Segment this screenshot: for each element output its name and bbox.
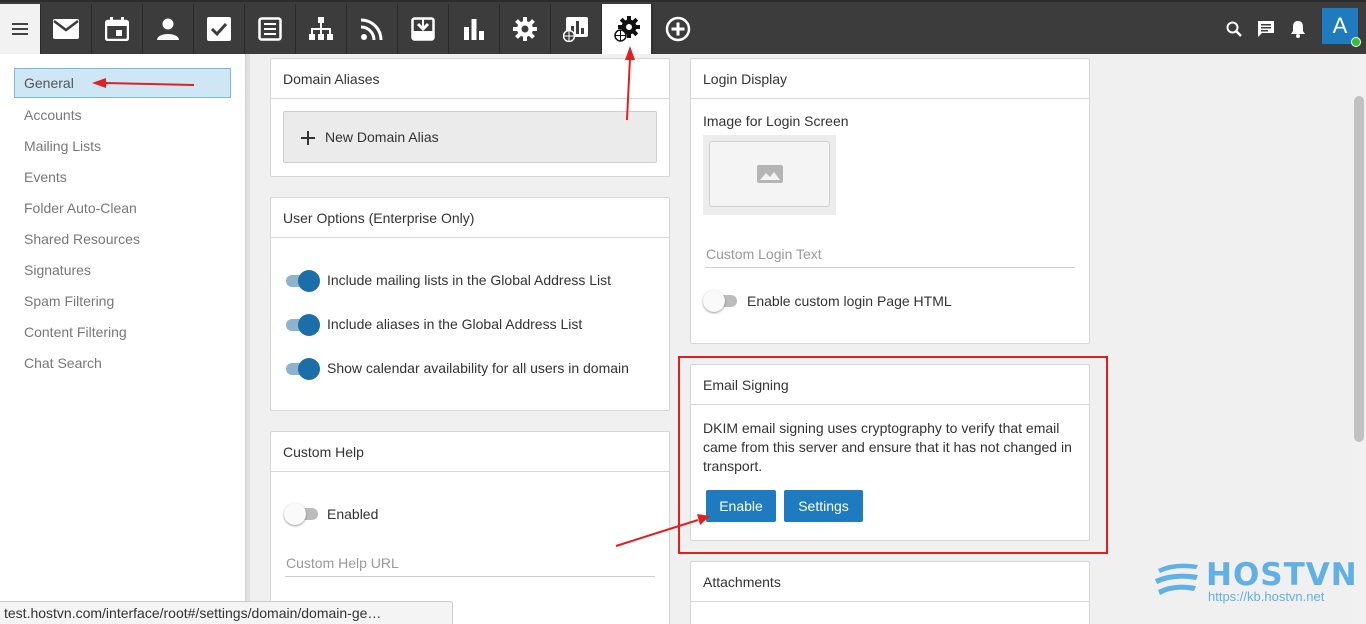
- card-title: Attachments: [691, 562, 1089, 602]
- watermark-url: https://kb.hostvn.net: [1208, 589, 1325, 604]
- card-title: User Options (Enterprise Only): [271, 198, 669, 238]
- login-display-card: Login Display Image for Login Screen Cus…: [690, 58, 1090, 344]
- custom-login-html-label: Enable custom login Page HTML: [747, 293, 952, 309]
- sidebar-item-accounts[interactable]: Accounts: [14, 100, 231, 130]
- custom-login-text-input[interactable]: Custom Login Text: [706, 246, 822, 262]
- domain-settings-icon[interactable]: [601, 4, 651, 54]
- sidebar-item-folder-auto-clean[interactable]: Folder Auto-Clean: [14, 193, 231, 223]
- search-icon[interactable]: [1218, 4, 1250, 54]
- archive-icon[interactable]: [397, 4, 447, 54]
- watermark-brand: HOSTVN: [1206, 557, 1358, 593]
- sidebar-resize-handle[interactable]: [246, 54, 250, 624]
- option-label: Show calendar availability for all users…: [327, 360, 629, 376]
- sidebar-item-mailing-lists[interactable]: Mailing Lists: [14, 131, 231, 161]
- calendar-icon[interactable]: [91, 4, 141, 54]
- calendar-availability-toggle[interactable]: [284, 358, 320, 380]
- custom-help-enabled-toggle[interactable]: [284, 503, 320, 525]
- status-url: test.hostvn.com/interface/root#/settings…: [0, 601, 453, 624]
- enabled-label: Enabled: [327, 506, 379, 522]
- online-status-dot: [1351, 37, 1361, 47]
- reports-icon[interactable]: [448, 4, 498, 54]
- option-label: Include mailing lists in the Global Addr…: [327, 272, 612, 288]
- option-label: Include aliases in the Global Address Li…: [327, 316, 583, 332]
- top-toolbar: [0, 0, 1366, 54]
- attachments-card: Attachments: [690, 561, 1090, 624]
- rss-icon[interactable]: [346, 4, 396, 54]
- new-domain-alias-label: New Domain Alias: [325, 129, 439, 145]
- chat-icon[interactable]: [1250, 4, 1282, 54]
- login-image-picker[interactable]: [703, 135, 836, 215]
- tasks-icon[interactable]: [193, 4, 243, 54]
- card-title: Login Display: [691, 59, 1089, 99]
- sidebar-item-shared-resources[interactable]: Shared Resources: [14, 224, 231, 254]
- card-title: Custom Help: [271, 432, 669, 472]
- sidebar-item-general[interactable]: General: [14, 68, 231, 98]
- image-icon: [756, 165, 783, 183]
- contacts-icon[interactable]: [142, 4, 192, 54]
- new-domain-alias-button[interactable]: New Domain Alias: [283, 111, 657, 163]
- include-aliases-toggle[interactable]: [284, 314, 320, 336]
- notes-icon[interactable]: [244, 4, 294, 54]
- plus-icon: [301, 131, 315, 145]
- annotation-highlight-box: [678, 356, 1108, 554]
- input-underline: [285, 576, 655, 577]
- custom-login-html-toggle[interactable]: [703, 290, 739, 312]
- bell-icon[interactable]: [1282, 4, 1314, 54]
- mail-icon[interactable]: [40, 4, 90, 54]
- add-icon[interactable]: [652, 4, 702, 54]
- card-title: Domain Aliases: [271, 59, 669, 99]
- menu-icon[interactable]: [0, 4, 40, 54]
- image-placeholder: [709, 141, 830, 207]
- scrollbar-thumb[interactable]: [1354, 96, 1364, 442]
- input-underline: [705, 267, 1075, 268]
- settings-icon[interactable]: [499, 4, 549, 54]
- domain-reports-icon[interactable]: [550, 4, 600, 54]
- sidebar-item-content-filtering[interactable]: Content Filtering: [14, 317, 231, 347]
- custom-help-url-input[interactable]: Custom Help URL: [286, 555, 399, 571]
- domain-aliases-card: Domain Aliases New Domain Alias: [270, 58, 670, 177]
- user-options-card: User Options (Enterprise Only) Include m…: [270, 197, 670, 411]
- sidebar-item-signatures[interactable]: Signatures: [14, 255, 231, 285]
- sidebar-item-chat-search[interactable]: Chat Search: [14, 348, 231, 378]
- sidebar-item-spam-filtering[interactable]: Spam Filtering: [14, 286, 231, 316]
- sidebar-item-events[interactable]: Events: [14, 162, 231, 192]
- include-mailing-lists-toggle[interactable]: [284, 270, 320, 292]
- directory-icon[interactable]: [295, 4, 345, 54]
- custom-help-card: Custom Help Enabled Custom Help URL: [270, 431, 670, 624]
- image-label: Image for Login Screen: [703, 113, 849, 129]
